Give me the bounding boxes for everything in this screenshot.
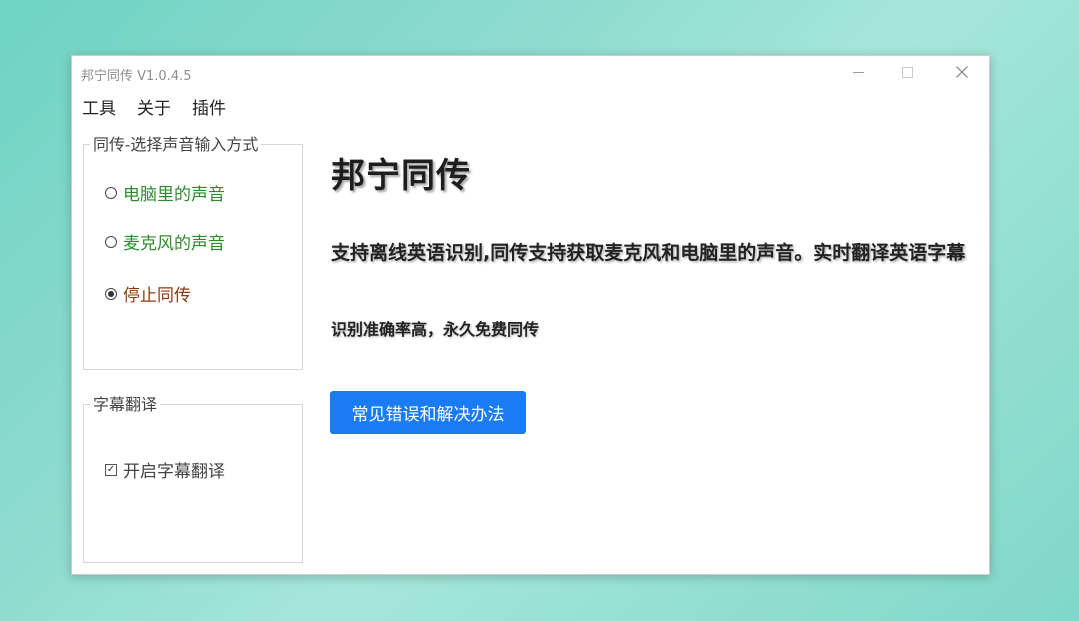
radio-circle-checked[interactable] [105,287,117,300]
maximize-icon [901,66,913,78]
menu-tools[interactable]: 工具 [82,94,116,119]
minimize-button[interactable] [836,56,880,88]
app-description: 支持离线英语识别,同传支持获取麦克风和电脑里的声音。实时翻译英语字幕 [331,242,966,264]
app-heading: 邦宁同传 [331,156,471,196]
menu-about[interactable]: 关于 [137,94,171,119]
subtitle-translation-group: 字幕翻译 ✓ 开启字幕翻译 [83,395,303,563]
radio-microphone-label: 麦克风的声音 [123,234,225,254]
app-subtext: 识别准确率高，永久免费同传 [331,320,540,339]
radio-microphone[interactable]: 麦克风的声音 [105,229,225,254]
title-bar[interactable]: 邦宁同传 V1.0.4.5 [72,56,989,90]
minimize-icon [852,71,864,73]
window-title: 邦宁同传 V1.0.4.5 [81,69,192,84]
enable-subtitle-translation[interactable]: ✓ 开启字幕翻译 [105,457,225,482]
audio-input-group: 同传-选择声音输入方式 电脑里的声音 麦克风的声音 停止同传 [83,135,303,370]
checkbox[interactable]: ✓ [105,463,117,476]
radio-circle[interactable] [105,186,117,199]
radio-stop-label: 停止同传 [123,286,191,306]
enable-subtitle-translation-label: 开启字幕翻译 [123,462,225,482]
menu-bar: 工具 关于 插件 [82,94,226,119]
radio-computer-audio-label: 电脑里的声音 [123,185,225,205]
menu-plugins[interactable]: 插件 [192,94,226,119]
radio-circle[interactable] [105,235,117,248]
close-button[interactable] [940,56,984,88]
faq-button[interactable]: 常见错误和解决办法 [330,391,526,434]
radio-computer-audio[interactable]: 电脑里的声音 [105,180,225,205]
app-window: 邦宁同传 V1.0.4.5 工具 关于 插件 同传-选择声音输入方式 电脑里的声… [71,55,990,575]
radio-stop[interactable]: 停止同传 [105,281,191,306]
audio-input-legend: 同传-选择声音输入方式 [90,135,262,155]
subtitle-translation-legend: 字幕翻译 [90,395,161,415]
close-icon [956,66,968,78]
maximize-button[interactable] [885,56,929,88]
